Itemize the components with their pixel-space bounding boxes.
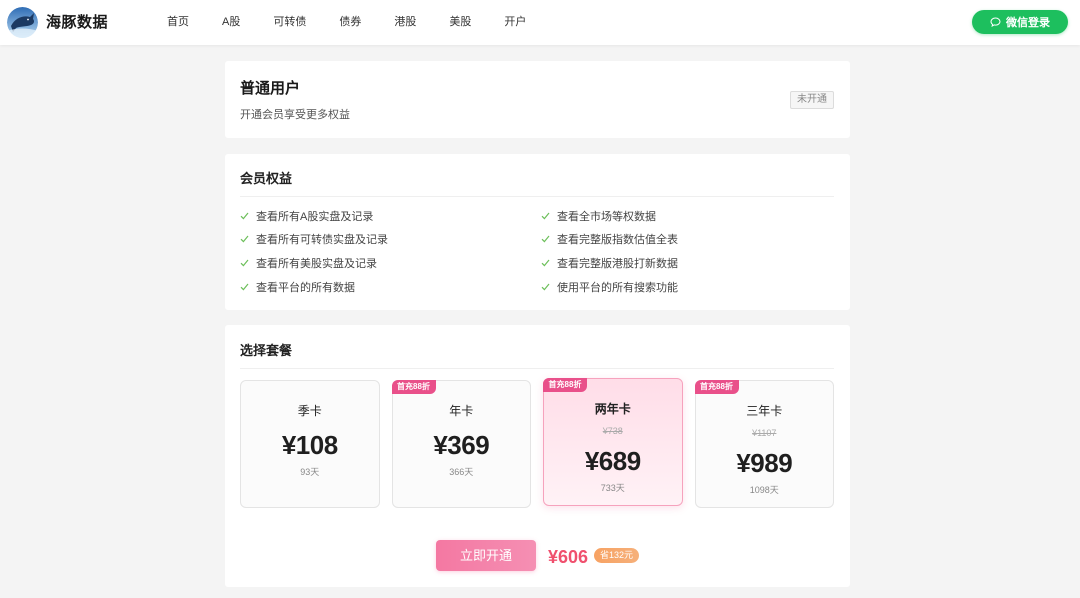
benefit-text: 查看所有A股实盘及记录 [256, 210, 374, 223]
check-icon [541, 283, 550, 291]
plan-original-price: ¥738 [602, 426, 623, 436]
nav-item-us-stocks[interactable]: 美股 [449, 0, 471, 45]
check-icon [541, 235, 550, 243]
check-icon [541, 259, 550, 267]
nav-item-hk-stocks[interactable]: 港股 [394, 0, 416, 45]
check-icon [240, 259, 249, 267]
benefit-item: 查看所有A股实盘及记录 [240, 204, 541, 228]
membership-status-badge: 未开通 [790, 91, 834, 109]
plan-original-price: ¥1107 [752, 428, 777, 438]
benefit-text: 查看平台的所有数据 [256, 281, 355, 294]
plan-duration: 93天 [300, 467, 320, 477]
plans-title: 选择套餐 [240, 343, 293, 358]
plan-duration: 733天 [600, 483, 625, 493]
benefit-item: 查看平台的所有数据 [240, 275, 541, 299]
benefit-text: 查看完整版港股打新数据 [557, 257, 678, 270]
plan-card-two-year[interactable]: 首充88折 两年卡 ¥738 ¥689 733天 [543, 378, 683, 506]
divider [240, 196, 834, 197]
main-nav: 首页 A股 可转债 债券 港股 美股 开户 [167, 0, 526, 45]
check-icon [240, 212, 249, 220]
savings-badge: 省132元 [594, 548, 640, 563]
nav-item-open-account[interactable]: 开户 [504, 0, 526, 45]
plan-price: ¥689 [584, 446, 641, 476]
plan-duration: 366天 [449, 467, 474, 477]
plan-name: 季卡 [297, 404, 322, 418]
check-icon [240, 235, 249, 243]
checkout-bar: 立即开通 ¥606 省132元 [225, 540, 850, 571]
benefit-item: 使用平台的所有搜索功能 [541, 275, 834, 299]
dolphin-logo-icon[interactable] [7, 7, 38, 38]
benefit-list: 查看所有A股实盘及记录 查看全市场等权数据 查看所有可转债实盘及记录 查看完整版… [240, 204, 834, 298]
discount-badge: 首充88折 [694, 380, 739, 394]
plan-name: 年卡 [449, 404, 474, 418]
benefit-item: 查看完整版港股打新数据 [541, 251, 834, 275]
check-icon [541, 212, 550, 220]
divider [240, 368, 834, 369]
plan-name: 两年卡 [594, 402, 631, 416]
benefit-text: 查看全市场等权数据 [557, 210, 656, 223]
check-icon [240, 283, 249, 291]
benefit-text: 查看完整版指数估值全表 [557, 234, 678, 247]
user-level-title: 普通用户 [240, 80, 301, 97]
plan-grid: 季卡 ¥108 93天 首充88折 年卡 ¥369 366天 首充88折 两年卡… [240, 378, 834, 508]
plan-selection-card: 选择套餐 季卡 ¥108 93天 首充88折 年卡 ¥369 366天 首充88… [225, 325, 850, 587]
benefit-item: 查看完整版指数估值全表 [541, 228, 834, 252]
plan-name: 三年卡 [746, 404, 783, 418]
plan-price: ¥108 [281, 430, 338, 460]
plan-card-yearly[interactable]: 首充88折 年卡 ¥369 366天 [391, 380, 531, 508]
login-label: 微信登录 [1006, 17, 1050, 29]
plan-price: ¥369 [433, 430, 490, 460]
discount-badge: 首充88折 [391, 380, 436, 394]
benefit-text: 查看所有可转债实盘及记录 [256, 234, 388, 247]
plan-card-quarterly[interactable]: 季卡 ¥108 93天 [240, 380, 380, 508]
discount-badge: 首充88折 [543, 378, 587, 392]
benefit-item: 查看全市场等权数据 [541, 204, 834, 228]
chat-bubble-icon [990, 17, 1001, 27]
user-status-card: 普通用户 开通会员享受更多权益 未开通 [225, 61, 850, 138]
activate-now-button[interactable]: 立即开通 [435, 540, 536, 571]
benefits-title: 会员权益 [240, 171, 293, 186]
total-price: ¥606 [547, 547, 588, 567]
nav-item-a-shares[interactable]: A股 [222, 0, 240, 45]
benefit-item: 查看所有可转债实盘及记录 [240, 228, 541, 252]
wechat-login-button[interactable]: 微信登录 [972, 10, 1068, 34]
brand-name[interactable]: 海豚数据 [46, 12, 108, 34]
nav-item-bonds[interactable]: 债券 [339, 0, 361, 45]
benefit-item: 查看所有美股实盘及记录 [240, 251, 541, 275]
benefit-text: 使用平台的所有搜索功能 [557, 281, 678, 294]
plan-card-three-year[interactable]: 首充88折 三年卡 ¥1107 ¥989 1098天 [694, 380, 834, 508]
nav-item-convertible-bonds[interactable]: 可转债 [273, 0, 306, 45]
benefits-card: 会员权益 查看所有A股实盘及记录 查看全市场等权数据 查看所有可转债实盘及记录 … [225, 154, 850, 310]
plan-duration: 1098天 [749, 485, 779, 495]
top-header: 海豚数据 首页 A股 可转债 债券 港股 美股 开户 微信登录 [0, 0, 1080, 45]
plan-price: ¥989 [736, 448, 793, 478]
nav-item-home[interactable]: 首页 [167, 0, 189, 45]
user-level-subtitle: 开通会员享受更多权益 [240, 109, 350, 121]
benefit-text: 查看所有美股实盘及记录 [256, 257, 377, 270]
